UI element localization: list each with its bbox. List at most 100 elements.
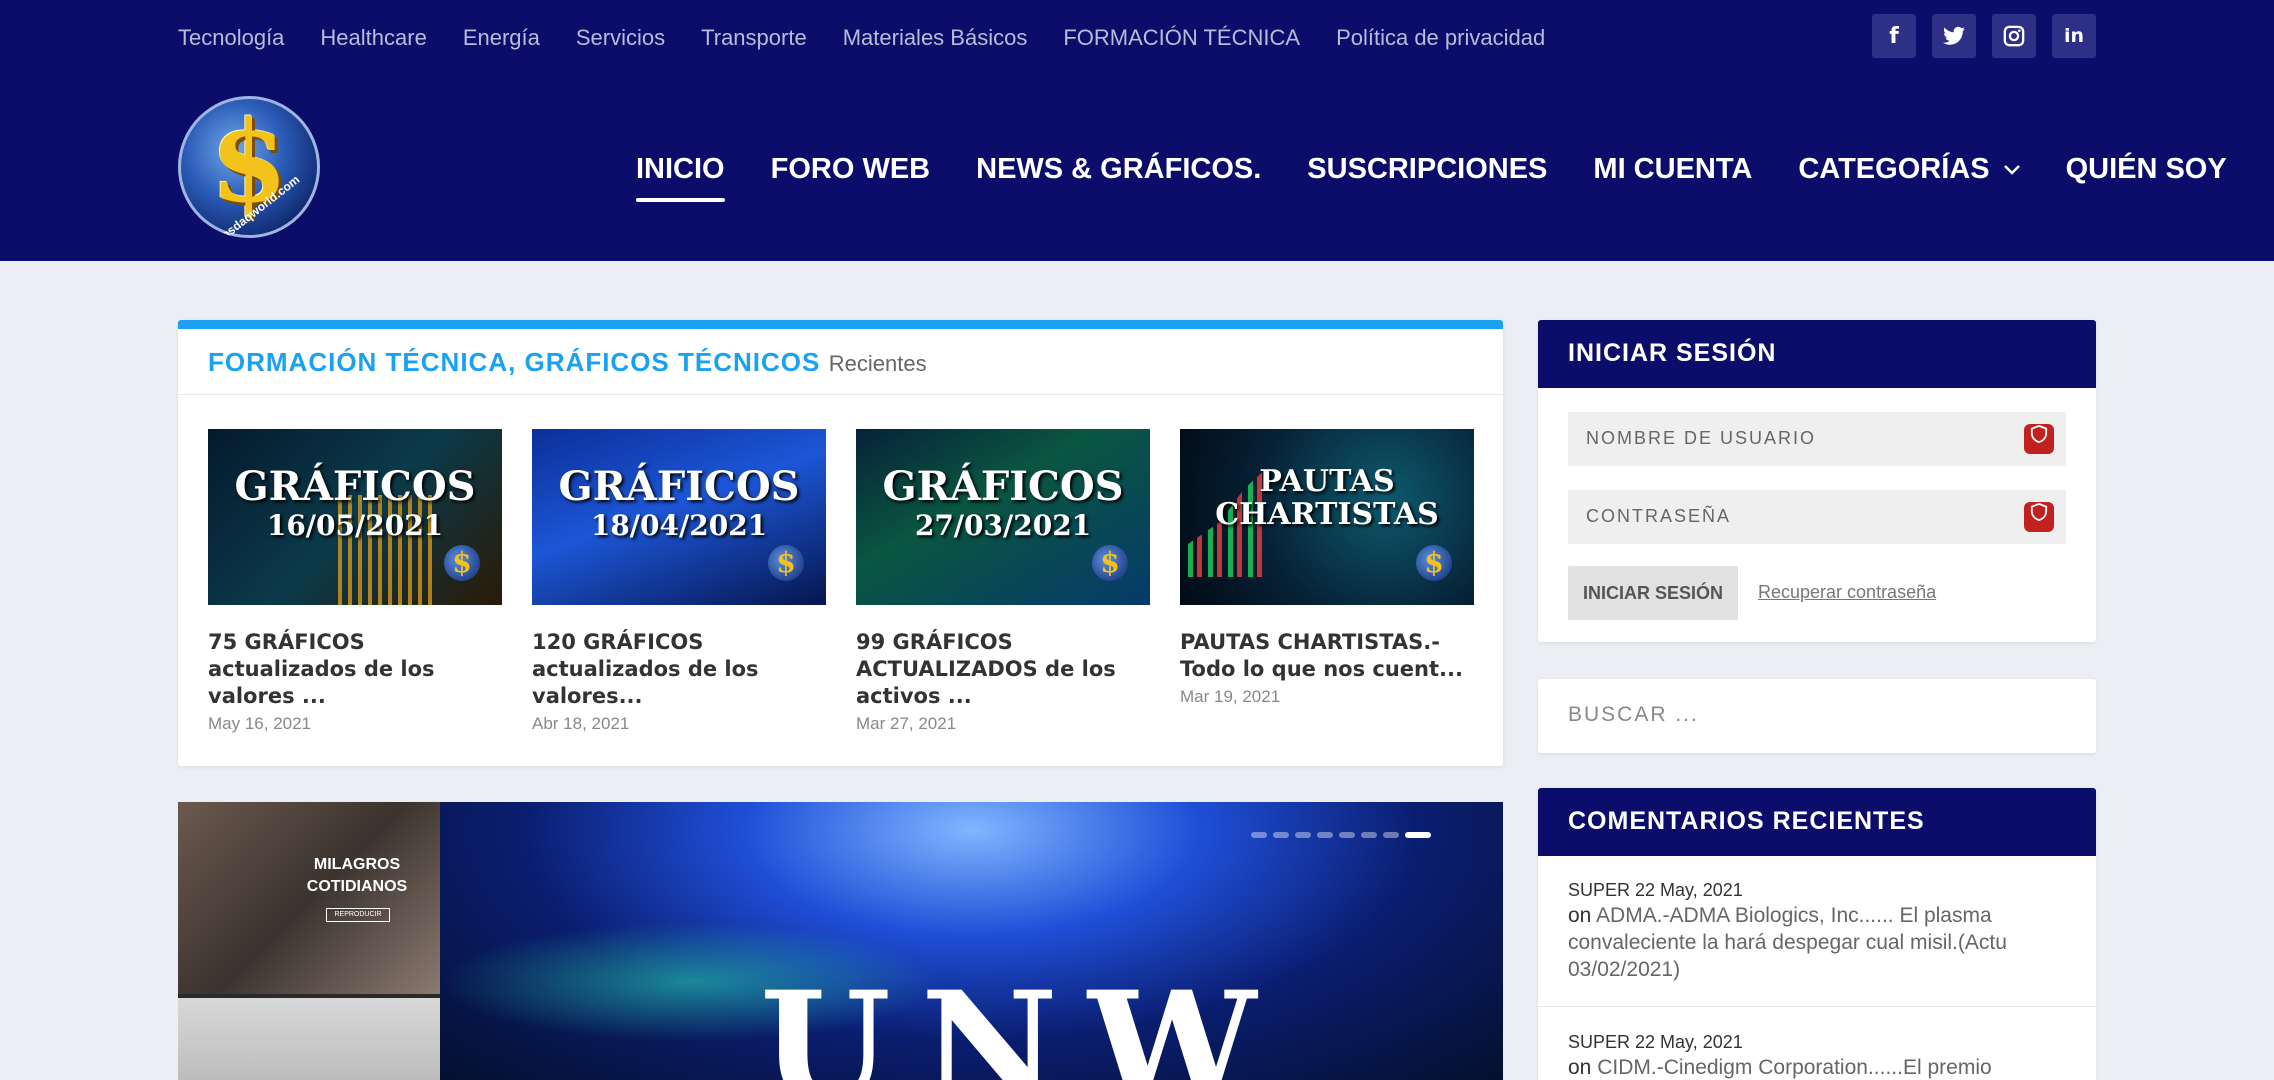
instagram-icon[interactable] [1992,14,2036,58]
slider-dot[interactable] [1295,832,1311,838]
thumbnail-title: GRÁFICOS [882,463,1124,510]
instagram-camera-shape [2003,25,2025,47]
topnav-link-healthcare[interactable]: Healthcare [320,24,426,52]
site-logo[interactable]: $ nasdaqworld.com [178,96,320,238]
post-thumbnail[interactable]: GRÁFICOS 27/03/2021 $ [856,429,1150,605]
login-widget-title: INICIAR SESIÓN [1538,320,2096,388]
slider-dot[interactable] [1361,832,1377,838]
topnav-link-servicios[interactable]: Servicios [576,24,665,52]
recent-comments-title: COMENTARIOS RECIENTES [1538,788,2096,856]
topnav-link-formacion-tecnica[interactable]: FORMACIÓN TÉCNICA [1063,24,1300,52]
thumbnail-title: GRÁFICOS [558,463,800,510]
slider-dot[interactable] [1383,832,1399,838]
comment-item: SUPER 22 May, 2021 on CIDM.-Cinedigm Cor… [1568,1030,2068,1080]
password-manager-icon[interactable] [2024,502,2054,532]
comment-author: SUPER [1568,1032,1631,1052]
post-card: GRÁFICOS 16/05/2021 $ 75 GRÁFICOS actual… [208,429,502,734]
featured-posts-header: FORMACIÓN TÉCNICA, GRÁFICOS TÉCNICOS Rec… [178,329,1503,395]
login-widget: INICIAR SESIÓN NOMBRE DE USUARIO CONTRAS… [1538,320,2096,642]
slider-pagination [1251,832,1431,838]
post-thumbnail[interactable]: PAUTAS CHARTISTAS $ [1180,429,1474,605]
twitter-icon[interactable] [1932,14,1976,58]
search-input[interactable]: BUSCAR ... [1568,703,1699,727]
username-field[interactable]: NOMBRE DE USUARIO [1568,412,2066,466]
comment-date: 22 May, 2021 [1635,880,1743,900]
comment-on-label: on [1568,904,1592,927]
username-placeholder: NOMBRE DE USUARIO [1586,428,1817,448]
post-date: May 16, 2021 [208,714,312,733]
nav-categorias[interactable]: CATEGORÍAS [1798,150,2020,188]
recover-password-link[interactable]: Recuperar contraseña [1758,582,1936,603]
shield-shape [2030,502,2048,522]
main-navigation: INICIO FORO WEB NEWS & GRÁFICOS. SUSCRIP… [636,150,2227,202]
comment-meta: SUPER 22 May, 2021 [1568,1030,2068,1054]
slider-dot[interactable] [1273,832,1289,838]
topnav-link-materiales-basicos[interactable]: Materiales Básicos [843,24,1028,52]
facebook-icon[interactable]: f [1872,14,1916,58]
featured-slider: MILAGROS COTIDIANOS REPRODUCIR UNW [178,802,1503,1080]
slider-thumbnail[interactable]: MILAGROS COTIDIANOS REPRODUCIR [178,802,440,994]
topnav-link-transporte[interactable]: Transporte [701,24,807,52]
comment-body: on ADMA.-ADMA Biologics, Inc...... El pl… [1568,902,2068,983]
comment-author: SUPER [1568,880,1631,900]
comment-post-link[interactable]: ADMA.-ADMA Biologics, Inc...... El plasm… [1568,904,2007,981]
twitter-bird-shape [1943,26,1965,45]
slider-thumbnail-button: REPRODUCIR [326,908,390,922]
post-date: Abr 18, 2021 [532,714,630,733]
post-date: Mar 27, 2021 [856,714,957,733]
comment-item: SUPER 22 May, 2021 on ADMA.-ADMA Biologi… [1568,878,2068,983]
password-field[interactable]: CONTRASEÑA [1568,490,2066,544]
nav-foro-web[interactable]: FORO WEB [771,150,931,188]
thumbnail-title: PAUTAS [1259,464,1395,499]
login-button[interactable]: INICIAR SESIÓN [1568,566,1738,620]
nav-suscripciones[interactable]: SUSCRIPCIONES [1307,150,1547,188]
shield-shape [2030,424,2048,444]
comment-on-label: on [1568,1056,1592,1079]
post-card: GRÁFICOS 18/04/2021 $ 120 GRÁFICOS actua… [532,429,826,734]
slider-dot[interactable] [1317,832,1333,838]
social-links: f in [1872,14,2096,58]
linkedin-icon[interactable]: in [2052,14,2096,58]
post-date: Mar 19, 2021 [1180,687,1281,706]
chevron-down-icon [2003,150,2020,188]
topnav-link-energia[interactable]: Energía [463,24,540,52]
top-navigation: Tecnología Healthcare Energía Servicios … [178,24,1545,52]
featured-posts-subtitle: Recientes [828,351,927,376]
slider-main-headline: UNW [760,959,1287,1080]
search-widget[interactable]: BUSCAR ... [1538,679,2096,753]
post-title[interactable]: 99 GRÁFICOS ACTUALIZADOS de los activos … [856,629,1150,710]
comment-body: on CIDM.-Cinedigm Corporation......El pr… [1568,1054,2068,1080]
chevron-down-shape [2003,165,2020,175]
password-manager-icon[interactable] [2024,424,2054,454]
post-thumbnail[interactable]: GRÁFICOS 16/05/2021 $ [208,429,502,605]
dollar-coin-icon: $ [444,545,480,581]
featured-posts-module: FORMACIÓN TÉCNICA, GRÁFICOS TÉCNICOS Rec… [178,320,1503,766]
logo-dollar-symbol: $ [210,97,288,228]
slider-main-image[interactable]: UNW [440,802,1503,1080]
thumbnail-date: 18/04/2021 [590,509,768,542]
nav-mi-cuenta[interactable]: MI CUENTA [1593,150,1752,188]
slider-dot-active[interactable] [1405,832,1431,838]
recent-comments-widget: COMENTARIOS RECIENTES SUPER 22 May, 2021… [1538,788,2096,1080]
post-thumbnail[interactable]: GRÁFICOS 18/04/2021 $ [532,429,826,605]
post-card: GRÁFICOS 27/03/2021 $ 99 GRÁFICOS ACTUAL… [856,429,1150,734]
comment-post-link[interactable]: CIDM.-Cinedigm Corporation......El premi… [1597,1056,1991,1079]
thumbnail-subtitle: CHARTISTAS [1215,497,1439,532]
dollar-coin-icon: $ [768,545,804,581]
dollar-coin-icon: $ [1092,545,1128,581]
topnav-link-tecnologia[interactable]: Tecnología [178,24,284,52]
featured-posts-list: GRÁFICOS 16/05/2021 $ 75 GRÁFICOS actual… [208,429,1474,734]
post-title[interactable]: 120 GRÁFICOS actualizados de los valores… [532,629,826,710]
dollar-coin-icon: $ [1416,545,1452,581]
nav-quien-soy[interactable]: QUIÉN SOY [2066,150,2227,188]
thumbnail-title: GRÁFICOS [234,463,476,510]
post-title[interactable]: PAUTAS CHARTISTAS.- Todo lo que nos cuen… [1180,629,1474,683]
nav-news-graficos[interactable]: NEWS & GRÁFICOS. [976,150,1261,188]
slider-dot[interactable] [1251,832,1267,838]
featured-posts-title[interactable]: FORMACIÓN TÉCNICA, GRÁFICOS TÉCNICOS [208,347,820,377]
topnav-link-privacidad[interactable]: Política de privacidad [1336,24,1545,52]
post-title[interactable]: 75 GRÁFICOS actualizados de los valores … [208,629,502,710]
nav-inicio[interactable]: INICIO [636,150,725,202]
slider-dot[interactable] [1339,832,1355,838]
slider-thumbnail[interactable] [178,998,440,1080]
